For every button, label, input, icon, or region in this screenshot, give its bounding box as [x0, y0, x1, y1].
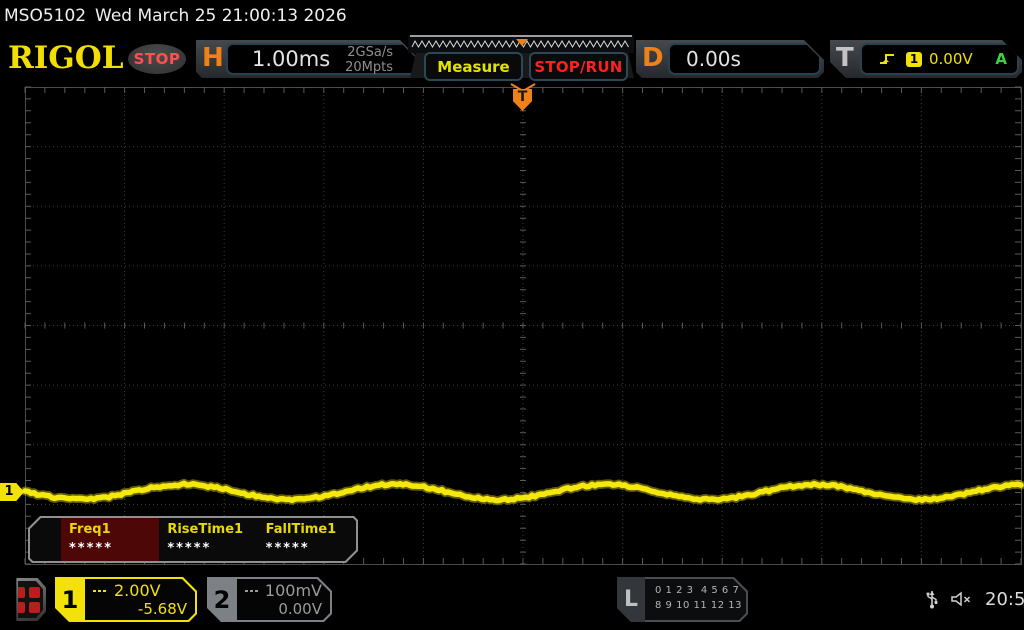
channel1-offset: -5.68V — [93, 600, 187, 618]
rigol-logo: RIGOL — [8, 40, 124, 76]
trigger-level-value: 0.00V — [929, 50, 973, 68]
channel1-inner: 2.00V -5.68V — [85, 579, 195, 620]
measurement-item-freq1[interactable]: Freq1 ***** — [61, 518, 159, 561]
usb-icon — [925, 588, 939, 610]
run-state-badge: STOP — [128, 44, 186, 74]
trigger-label: T — [836, 43, 854, 73]
measurement-value: ***** — [167, 541, 257, 556]
memory-depth: 20Mpts — [345, 60, 393, 75]
horizontal-settings-block[interactable]: H 1.00ms 2GSa/s 20Mpts — [196, 40, 420, 78]
logic-row1: 0 1 2 3 4 5 6 7 — [655, 585, 739, 596]
timebase-value: 1.00ms — [252, 47, 330, 71]
dc-coupling-icon — [93, 590, 108, 592]
delay-panel[interactable]: 0.00s — [668, 43, 821, 75]
top-info-bar: MSO5102 Wed March 25 21:00:13 2026 — [0, 0, 1024, 30]
measurement-label: RiseTime1 — [167, 522, 257, 537]
waveform-preview-strip[interactable] — [408, 35, 634, 53]
menu-grid-dot — [29, 587, 40, 598]
rising-edge-icon — [878, 51, 896, 67]
measurement-value: ***** — [266, 541, 356, 556]
measurement-value: ***** — [69, 541, 159, 556]
channel2-inner: 100mV 0.00V — [237, 579, 330, 620]
delay-label: D — [642, 43, 664, 73]
logic-channel-list: 0 1 2 3 4 5 6 78 9 10 11 12 13 14 15 — [645, 579, 746, 620]
samplerate-memdepth: 2GSa/s 20Mpts — [345, 46, 393, 76]
measurement-item-risetime1[interactable]: RiseTime1 ***** — [159, 518, 257, 561]
datetime-label: Wed March 25 21:00:13 2026 — [95, 6, 347, 26]
horizontal-label: H — [202, 43, 224, 73]
timebase-panel[interactable]: 1.00ms 2GSa/s 20Mpts — [226, 43, 417, 75]
logic-channels-block[interactable]: L 0 1 2 3 4 5 6 78 9 10 11 12 13 14 15 — [617, 577, 748, 622]
channel2-status-block[interactable]: 2 100mV 0.00V — [207, 577, 332, 622]
trigger-source-badge: 1 — [906, 52, 922, 67]
channel1-status-block[interactable]: 1 2.00V -5.68V — [55, 577, 197, 622]
status-icons: 20:59 — [925, 588, 1024, 610]
preview-zigzag — [408, 35, 634, 53]
acquire-mode-indicator: A — [995, 50, 1007, 68]
measurement-label: Freq1 — [69, 522, 159, 537]
delay-value: 0.00s — [686, 47, 741, 71]
measurement-label: FallTime1 — [266, 522, 356, 537]
channel1-scale: 2.00V — [114, 581, 161, 600]
stop-run-button[interactable]: STOP/RUN — [529, 52, 628, 81]
delay-block[interactable]: D 0.00s — [636, 40, 824, 78]
dc-coupling-icon — [245, 590, 259, 592]
measurement-overlay-inner: Freq1 ***** RiseTime1 ***** FallTime1 **… — [30, 518, 356, 561]
sample-rate: 2GSa/s — [347, 45, 393, 60]
clock-label: 20:59 — [985, 589, 1024, 610]
channel2-offset: 0.00V — [245, 600, 322, 618]
channel2-scale: 100mV — [265, 581, 322, 600]
oscilloscope-screen: MSO5102 Wed March 25 21:00:13 2026 RIGOL… — [0, 0, 1024, 630]
trigger-block[interactable]: T 1 0.00V A — [830, 40, 1022, 78]
measurement-overlay[interactable]: Freq1 ***** RiseTime1 ***** FallTime1 **… — [28, 516, 358, 563]
measure-button[interactable]: Measure — [424, 52, 523, 81]
speaker-muted-icon — [949, 589, 975, 609]
model-label: MSO5102 — [4, 6, 86, 26]
trigger-panel[interactable]: 1 0.00V A — [860, 43, 1019, 75]
menu-grid-dot — [29, 602, 40, 613]
measurement-item-falltime1[interactable]: FallTime1 ***** — [258, 518, 356, 561]
